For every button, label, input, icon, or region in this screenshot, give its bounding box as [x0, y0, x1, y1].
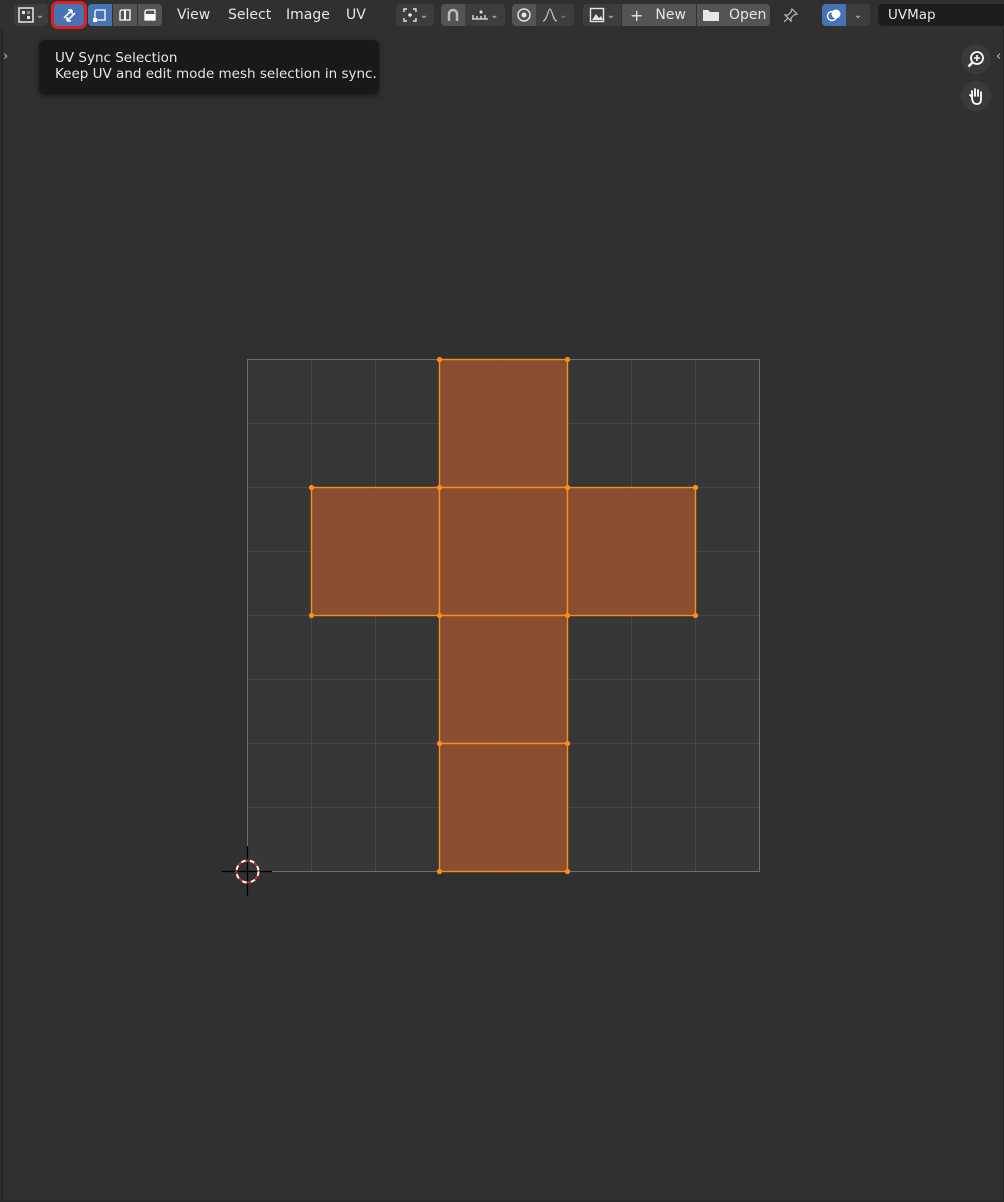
uv-sync-tooltip: UV Sync Selection Keep UV and edit mode …: [39, 40, 379, 94]
menu-uv[interactable]: UV: [346, 6, 366, 24]
chevron-down-icon: ⌄: [490, 9, 499, 21]
pin-image-button[interactable]: [779, 4, 803, 26]
proportional-edit-icon: [517, 8, 531, 22]
falloff-curve-icon: [543, 8, 558, 22]
menu-view[interactable]: View: [177, 6, 210, 24]
pin-icon: [783, 7, 799, 23]
new-image-button[interactable]: + New: [622, 4, 696, 26]
editor-type-selector[interactable]: ⌄: [14, 4, 48, 26]
pivot-icon: [403, 8, 417, 22]
menu-select[interactable]: Select: [228, 6, 271, 24]
proportional-falloff-selector[interactable]: ⌄: [536, 4, 574, 26]
chevron-down-icon: ⌄: [606, 9, 616, 21]
overlays-dropdown[interactable]: ⌄: [846, 4, 870, 26]
snap-toggle-button[interactable]: [441, 4, 465, 26]
editor-header: ⌄ View Select Image UV ⌄ ⌄ ⌄ ⌄ + New Ope…: [0, 0, 1004, 30]
hand-icon: [969, 88, 982, 105]
proportional-editing-button[interactable]: [512, 4, 536, 26]
snap-increment-icon: [472, 10, 489, 20]
image-icon: [589, 7, 604, 23]
edge-select-mode-button[interactable]: [113, 4, 137, 26]
toolbar-expand-icon[interactable]: ›: [3, 49, 8, 64]
tooltip-description: Keep UV and edit mode mesh selection in …: [55, 66, 377, 82]
chevron-down-icon: ⌄: [559, 9, 568, 21]
uv-sync-selection-button[interactable]: [51, 1, 87, 29]
pan-view-button[interactable]: [961, 81, 991, 111]
browse-image-button[interactable]: ⌄: [583, 4, 621, 26]
chevron-down-icon: ⌄: [35, 9, 45, 21]
vertex-select-mode-button[interactable]: [88, 4, 112, 26]
open-image-button[interactable]: Open: [697, 4, 770, 26]
zoom-magnifier-icon: [967, 51, 984, 68]
snap-target-selector[interactable]: ⌄: [465, 4, 505, 26]
zoom-view-button[interactable]: [961, 44, 991, 74]
pivot-point-selector[interactable]: ⌄: [396, 4, 434, 26]
magnet-icon: [447, 8, 459, 21]
chevron-down-icon: ⌄: [853, 9, 863, 21]
plus-icon: +: [630, 5, 644, 25]
folder-icon: [703, 10, 719, 21]
uv-editor-icon: [18, 7, 34, 23]
new-image-label: New: [655, 7, 686, 23]
uv-canvas[interactable]: [0, 0, 1004, 1202]
face-select-icon: [144, 9, 156, 21]
vertex-select-icon: [93, 9, 106, 22]
open-image-label: Open: [729, 7, 767, 23]
chevron-down-icon: ⌄: [419, 9, 429, 21]
sync-arrows-icon: [63, 9, 76, 22]
overlay-circles-icon: [826, 9, 841, 22]
menu-image[interactable]: Image: [286, 6, 330, 24]
tooltip-title: UV Sync Selection: [55, 50, 178, 66]
face-select-mode-button[interactable]: [138, 4, 162, 26]
uv-map-name-field[interactable]: UVMap: [878, 4, 1004, 26]
edge-select-icon: [119, 9, 131, 21]
overlays-toggle-button[interactable]: [822, 4, 846, 26]
sidebar-expand-icon[interactable]: ‹: [996, 49, 1001, 64]
